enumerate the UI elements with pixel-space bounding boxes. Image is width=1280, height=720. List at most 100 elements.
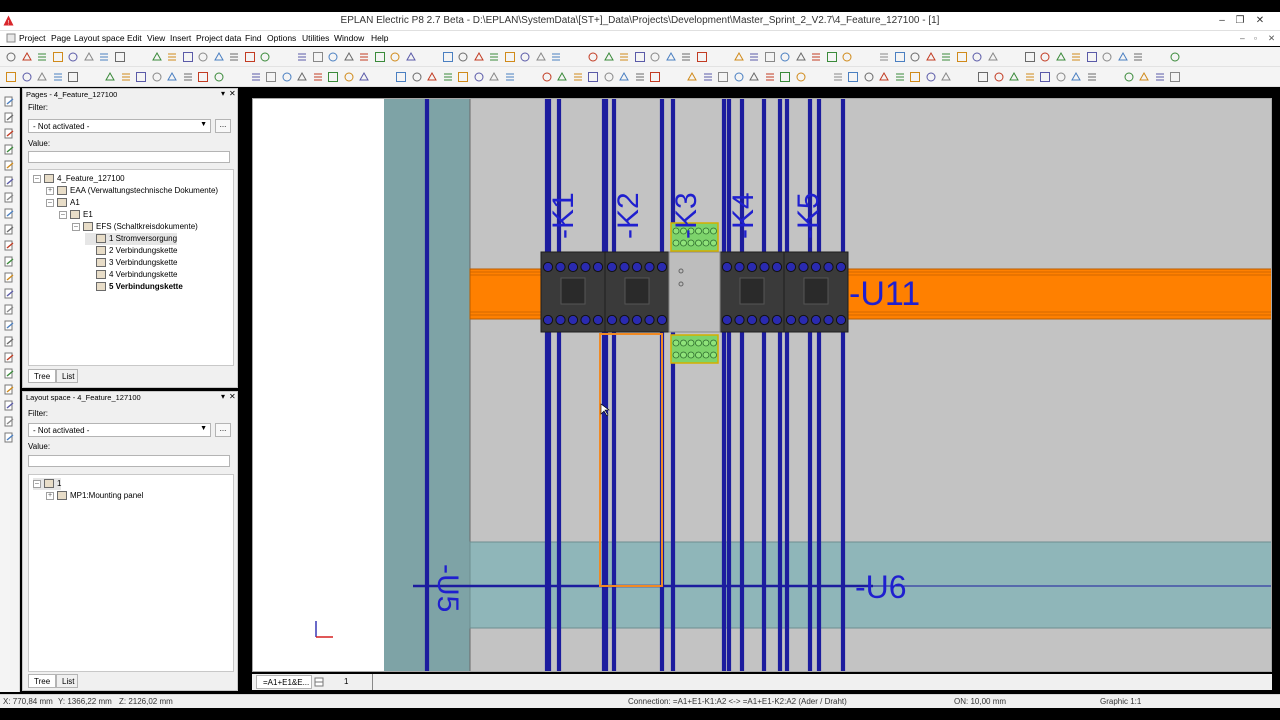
collapse-icon[interactable]: – [72, 222, 80, 231]
toolbar-tool-icon[interactable] [1055, 71, 1067, 83]
toolbar-tool-icon[interactable] [717, 71, 729, 83]
toolbar-tool-icon[interactable] [151, 51, 163, 63]
toolbar-tool-icon[interactable] [878, 71, 890, 83]
toolbar-tool-icon[interactable] [504, 71, 516, 83]
toolbar-tool-icon[interactable] [847, 71, 859, 83]
toolbar-tool-icon[interactable] [411, 71, 423, 83]
toolbar-tool-icon[interactable] [405, 51, 417, 63]
side-tool-icon[interactable] [4, 256, 15, 267]
toolbar-tool-icon[interactable] [213, 51, 225, 63]
toolbar-tool-icon[interactable] [312, 71, 324, 83]
toolbar-tool-icon[interactable] [327, 51, 339, 63]
toolbar-tool-icon[interactable] [488, 71, 500, 83]
toolbar-tool-icon[interactable] [1123, 71, 1135, 83]
tab-tree[interactable]: Tree [28, 674, 56, 688]
toolbar-tool-icon[interactable] [52, 71, 64, 83]
tree-node[interactable]: – 4_Feature_127100 [33, 173, 125, 185]
toolbar-tool-icon[interactable] [244, 51, 256, 63]
toolbar-tool-icon[interactable] [182, 71, 194, 83]
toolbar-tool-icon[interactable] [457, 71, 469, 83]
toolbar-tool-icon[interactable] [1055, 51, 1067, 63]
menu-project-data[interactable]: Project data [196, 33, 241, 43]
toolbar-tool-icon[interactable] [296, 51, 308, 63]
toolbar-tool-icon[interactable] [343, 51, 355, 63]
toolbar-tool-icon[interactable] [259, 51, 271, 63]
toolbar-tool-icon[interactable] [1086, 51, 1098, 63]
toolbar-tool-icon[interactable] [618, 71, 630, 83]
pin-icon[interactable]: ▾ [221, 89, 225, 98]
toolbar-tool-icon[interactable] [634, 71, 646, 83]
toolbar-tool-icon[interactable] [197, 51, 209, 63]
toolbar-tool-icon[interactable] [1154, 71, 1166, 83]
toolbar-tool-icon[interactable] [250, 71, 262, 83]
toolbar-tool-icon[interactable] [556, 71, 568, 83]
tree-node[interactable]: – A1 [46, 197, 80, 209]
mdi-restore-button[interactable]: ▫ [1254, 33, 1257, 43]
minimize-button[interactable]: – [1214, 14, 1230, 28]
toolbar-tool-icon[interactable] [977, 71, 989, 83]
toolbar-tool-icon[interactable] [832, 71, 844, 83]
toolbar-tool-icon[interactable] [779, 71, 791, 83]
toolbar-tool-icon[interactable] [810, 51, 822, 63]
toolbar-tool-icon[interactable] [863, 71, 875, 83]
value-input[interactable] [28, 455, 230, 467]
toolbar-tool-icon[interactable] [182, 51, 194, 63]
toolbar-tool-icon[interactable] [21, 51, 33, 63]
toolbar-tool-icon[interactable] [1117, 51, 1129, 63]
toolbar-tool-icon[interactable] [296, 71, 308, 83]
toolbar-tool-icon[interactable] [67, 51, 79, 63]
tab-list[interactable]: List [56, 369, 78, 383]
filter-combo[interactable]: - Not activated - ▼ [28, 119, 211, 133]
toolbar-tool-icon[interactable] [151, 71, 163, 83]
toolbar-tool-icon[interactable] [764, 51, 776, 63]
toolbar-tool-icon[interactable] [1070, 71, 1082, 83]
filter-more-button[interactable]: ... [215, 423, 231, 437]
pin-icon[interactable]: ▾ [221, 392, 225, 401]
menu-options[interactable]: Options [267, 33, 296, 43]
collapse-icon[interactable]: – [46, 198, 54, 207]
toolbar-tool-icon[interactable] [1138, 71, 1150, 83]
toolbar-tool-icon[interactable] [841, 51, 853, 63]
canvas-tab-page[interactable]: =A1+E1&E... [256, 675, 312, 689]
side-tool-icon[interactable] [4, 384, 15, 395]
side-tool-icon[interactable] [4, 400, 15, 411]
side-tool-icon[interactable] [4, 112, 15, 123]
side-tool-icon[interactable] [4, 352, 15, 363]
drawing-canvas[interactable]: -K1 -K2 -K3 -K4 -K5 -U11 -U6 -U5 [252, 98, 1272, 672]
toolbar-tool-icon[interactable] [1086, 71, 1098, 83]
toolbar-tool-icon[interactable] [587, 51, 599, 63]
toolbar-tool-icon[interactable] [67, 71, 79, 83]
toolbar-tool-icon[interactable] [343, 71, 355, 83]
side-tool-icon[interactable] [4, 240, 15, 251]
toolbar-tool-icon[interactable] [925, 71, 937, 83]
side-tool-icon[interactable] [4, 176, 15, 187]
toolbar-tool-icon[interactable] [1008, 71, 1020, 83]
toolbar-tool-icon[interactable] [1101, 51, 1113, 63]
toolbar-tool-icon[interactable] [665, 51, 677, 63]
menu-layout-space[interactable]: Layout space [74, 33, 125, 43]
toolbar-tool-icon[interactable] [457, 51, 469, 63]
toolbar-tool-icon[interactable] [519, 51, 531, 63]
tree-node[interactable]: + EAA (Verwaltungstechnische Dokumente) [46, 185, 218, 197]
toolbar-tool-icon[interactable] [909, 71, 921, 83]
expand-icon[interactable]: + [46, 186, 54, 195]
toolbar-tool-icon[interactable] [649, 51, 661, 63]
toolbar-tool-icon[interactable] [281, 71, 293, 83]
toolbar-tool-icon[interactable] [473, 71, 485, 83]
toolbar-tool-icon[interactable] [312, 51, 324, 63]
toolbar-tool-icon[interactable] [894, 71, 906, 83]
toolbar-tool-icon[interactable] [686, 71, 698, 83]
tree-node[interactable]: –1 [33, 478, 62, 490]
toolbar-tool-icon[interactable] [1024, 51, 1036, 63]
tree-node[interactable]: 4 Verbindungskette [85, 269, 178, 281]
toolbar-tool-icon[interactable] [649, 71, 661, 83]
toolbar-tool-icon[interactable] [795, 71, 807, 83]
value-input[interactable] [28, 151, 230, 163]
toolbar-tool-icon[interactable] [265, 71, 277, 83]
toolbar-tool-icon[interactable] [748, 71, 760, 83]
toolbar-tool-icon[interactable] [104, 71, 116, 83]
mdi-close-button[interactable]: ✕ [1268, 33, 1275, 44]
side-tool-icon[interactable] [4, 288, 15, 299]
side-tool-icon[interactable] [4, 192, 15, 203]
mdi-minimize-button[interactable]: – [1240, 33, 1245, 43]
